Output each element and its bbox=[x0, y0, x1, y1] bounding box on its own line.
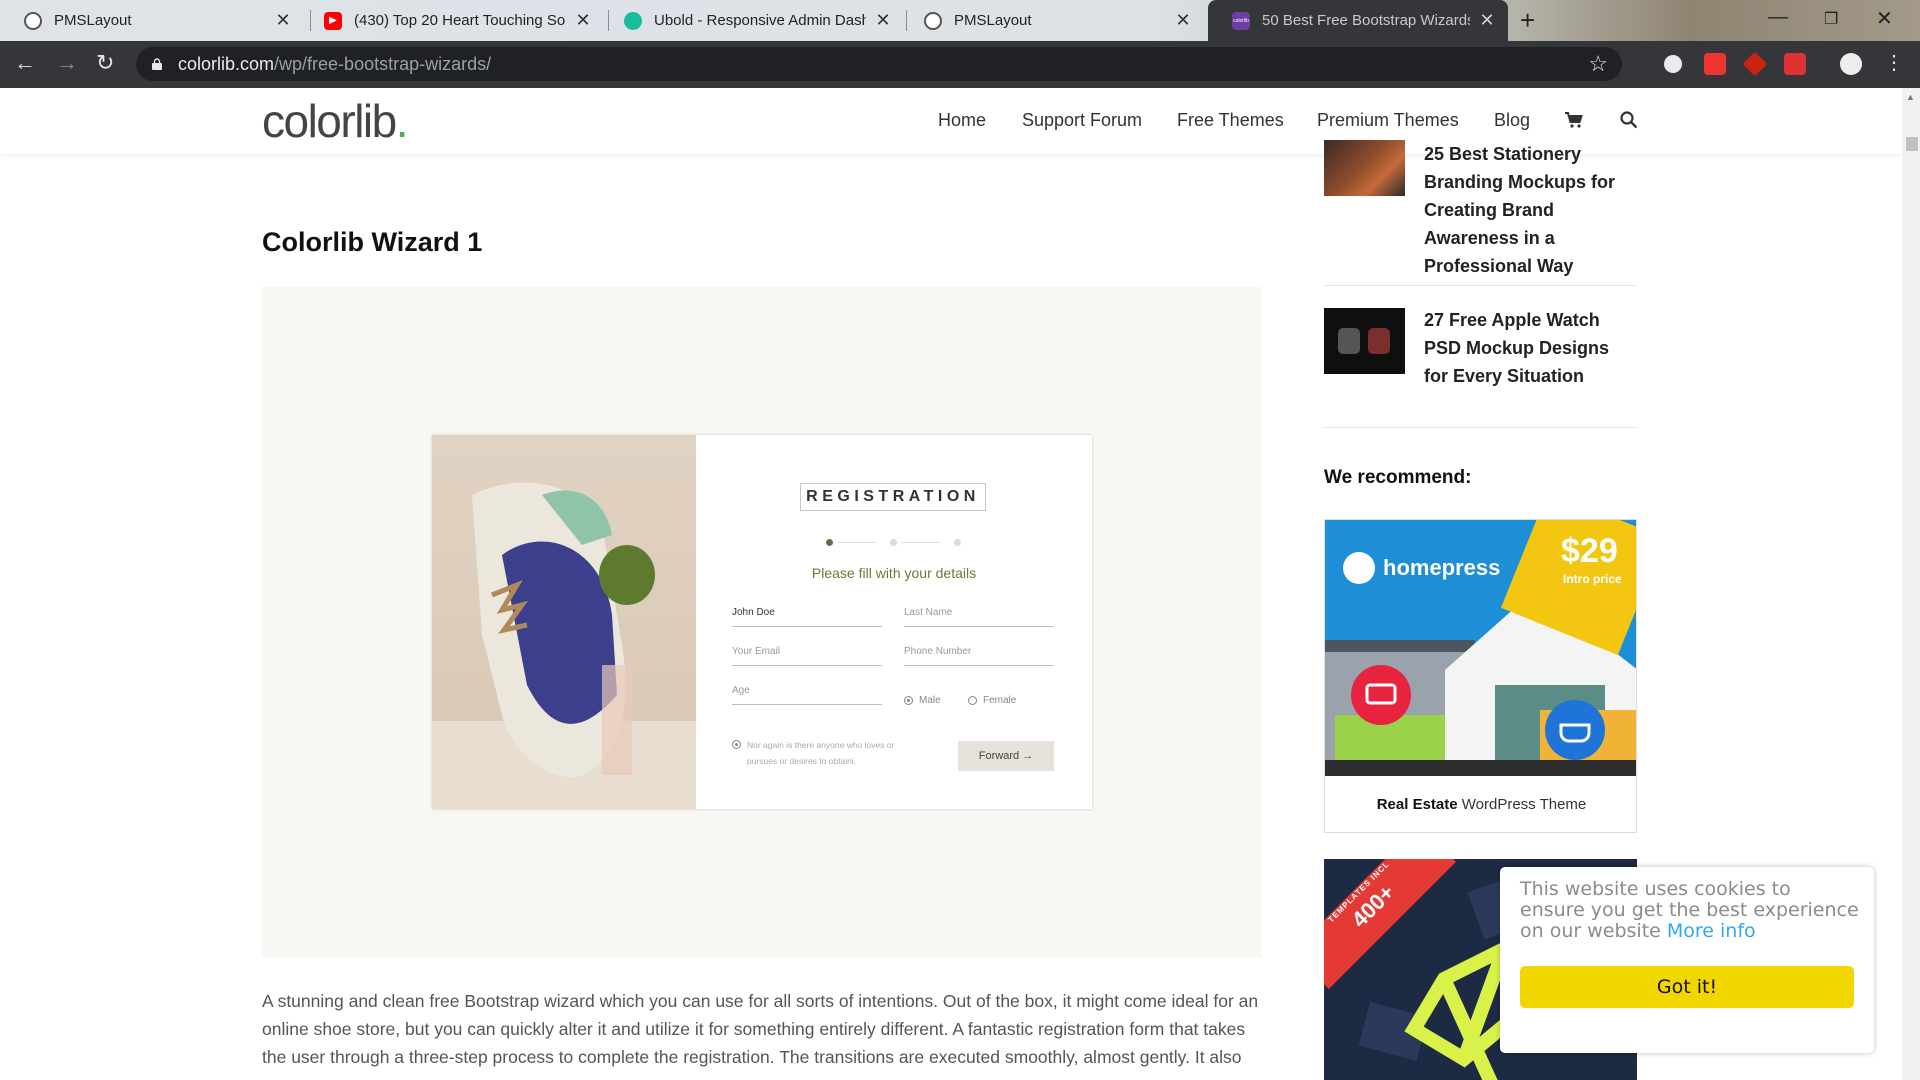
recommend-heading: We recommend: bbox=[1324, 467, 1472, 488]
cookie-message: This website uses cookies to ensure you … bbox=[1520, 878, 1859, 942]
browser-tab[interactable]: PMSLayout ✕ bbox=[900, 0, 1204, 41]
browser-tab[interactable]: Ubold - Responsive Admin Dashb ✕ bbox=[600, 0, 904, 41]
globe-icon bbox=[924, 11, 942, 30]
browser-toolbar: ← → ↻ colorlib.com/wp/free-bootstrap-wiz… bbox=[0, 41, 1920, 88]
forward-icon[interactable]: → bbox=[56, 51, 78, 75]
profile-avatar[interactable] bbox=[1840, 53, 1862, 75]
cookie-accept-button[interactable]: Got it! bbox=[1520, 966, 1854, 1008]
address-bar[interactable]: colorlib.com/wp/free-bootstrap-wizards/ … bbox=[136, 47, 1622, 81]
ad-banner: $29 Intro price homepress bbox=[1325, 520, 1636, 776]
menu-kebab-icon[interactable]: ⋮ bbox=[1884, 51, 1904, 75]
back-icon[interactable]: ← bbox=[14, 51, 36, 75]
close-window-icon[interactable]: ✕ bbox=[1876, 6, 1893, 31]
ad-price: $29 bbox=[1561, 532, 1618, 570]
form-subtitle: Please fill with your details bbox=[811, 565, 977, 581]
cookie-banner: This website uses cookies to ensure you … bbox=[1500, 867, 1874, 1053]
step-indicator bbox=[890, 539, 897, 546]
ad-caption: Real Estate WordPress Theme bbox=[1376, 796, 1587, 813]
tab-title: Ubold - Responsive Admin Dashb bbox=[654, 12, 866, 29]
cart-icon[interactable] bbox=[1565, 112, 1583, 128]
sidebar-post[interactable]: 27 Free Apple Watch PSD Mockup Designs f… bbox=[1324, 306, 1637, 428]
form-title: REGISTRATION bbox=[800, 483, 986, 511]
last-name-field[interactable]: Last Name bbox=[904, 607, 1054, 627]
colorlib-icon: colorlib bbox=[1232, 11, 1250, 30]
post-thumbnail[interactable] bbox=[1324, 140, 1405, 196]
wizard-preview-image: REGISTRATION Please fill with your detai… bbox=[262, 287, 1262, 958]
close-icon[interactable]: ✕ bbox=[574, 10, 592, 31]
shoe-photo bbox=[432, 435, 696, 809]
post-thumbnail[interactable] bbox=[1324, 308, 1405, 374]
extension-bulb-icon[interactable] bbox=[1664, 55, 1682, 73]
nav-blog[interactable]: Blog bbox=[1494, 110, 1530, 131]
reload-icon[interactable]: ↻ bbox=[96, 51, 114, 75]
tab-title: PMSLayout bbox=[954, 12, 1032, 29]
shoe-illustration bbox=[432, 482, 696, 809]
first-name-field[interactable]: John Doe bbox=[732, 607, 882, 627]
gender-male-radio[interactable]: Male bbox=[904, 695, 941, 706]
step-indicator bbox=[826, 539, 833, 546]
lock-icon bbox=[152, 58, 162, 70]
homepress-logo: homepress bbox=[1343, 552, 1500, 584]
cookie-more-info-link[interactable]: More info bbox=[1667, 920, 1756, 942]
close-icon[interactable]: ✕ bbox=[274, 10, 292, 31]
page-scrollbar[interactable]: ▲ bbox=[1902, 88, 1920, 1080]
phone-field[interactable]: Phone Number bbox=[904, 646, 1054, 666]
agreement-note[interactable]: Nor again is there anyone who loves or p… bbox=[732, 737, 912, 769]
gender-female-radio[interactable]: Female bbox=[968, 695, 1016, 706]
watch-image bbox=[1338, 328, 1390, 354]
site-logo[interactable]: colorlib. bbox=[262, 94, 409, 148]
tab-title: 50 Best Free Bootstrap Wizards & bbox=[1262, 12, 1470, 29]
url-text: colorlib.com/wp/free-bootstrap-wizards/ bbox=[178, 53, 492, 74]
search-icon[interactable] bbox=[1620, 111, 1638, 129]
close-icon[interactable]: ✕ bbox=[1478, 10, 1496, 31]
ad-price-note: Intro price bbox=[1563, 572, 1622, 586]
post-title-link[interactable]: 25 Best Stationery Branding Mockups for … bbox=[1424, 140, 1637, 280]
article-paragraph: A stunning and clean free Bootstrap wiza… bbox=[262, 991, 1259, 1067]
restore-icon[interactable]: ❐ bbox=[1824, 9, 1838, 29]
tab-title: (430) Top 20 Heart Touching Son bbox=[354, 12, 566, 29]
nav-home[interactable]: Home bbox=[938, 110, 986, 131]
browser-tab-strip: PMSLayout ✕ ▶ (430) Top 20 Heart Touchin… bbox=[0, 0, 1920, 41]
wizard-card: REGISTRATION Please fill with your detai… bbox=[432, 435, 1092, 809]
section-heading: Colorlib Wizard 1 bbox=[262, 227, 483, 257]
extension-pocket-icon[interactable] bbox=[1704, 53, 1726, 75]
step-connector bbox=[902, 542, 940, 543]
web-page: colorlib. Home Support Forum Free Themes… bbox=[0, 88, 1902, 1080]
extension-pin-icon[interactable] bbox=[1742, 51, 1768, 77]
post-title-link[interactable]: 27 Free Apple Watch PSD Mockup Designs f… bbox=[1424, 306, 1637, 390]
browser-tab[interactable]: ▶ (430) Top 20 Heart Touching Son ✕ bbox=[300, 0, 604, 41]
extension-star-icon[interactable] bbox=[1784, 53, 1806, 75]
tab-title: PMSLayout bbox=[54, 12, 132, 29]
email-field[interactable]: Your Email bbox=[732, 646, 882, 666]
step-connector bbox=[838, 542, 876, 543]
nav-free-themes[interactable]: Free Themes bbox=[1177, 110, 1284, 131]
nav-support-forum[interactable]: Support Forum bbox=[1022, 110, 1142, 131]
bookmark-star-icon[interactable]: ☆ bbox=[1588, 51, 1608, 77]
home-icon bbox=[1343, 552, 1375, 584]
close-icon[interactable]: ✕ bbox=[1174, 10, 1192, 31]
scrollbar-thumb[interactable] bbox=[1906, 137, 1918, 151]
age-field[interactable]: Age bbox=[732, 685, 882, 705]
browser-tab-active[interactable]: colorlib 50 Best Free Bootstrap Wizards … bbox=[1208, 0, 1508, 41]
scroll-up-arrow[interactable]: ▲ bbox=[1906, 92, 1915, 102]
registration-form: REGISTRATION Please fill with your detai… bbox=[696, 435, 1092, 809]
globe-icon bbox=[24, 11, 42, 30]
new-tab-button[interactable]: + bbox=[1520, 7, 1535, 33]
ubold-icon bbox=[624, 11, 642, 30]
forward-button[interactable]: Forward → bbox=[958, 741, 1054, 771]
step-indicator bbox=[954, 539, 961, 546]
browser-tab[interactable]: PMSLayout ✕ bbox=[0, 0, 304, 41]
homepress-ad[interactable]: $29 Intro price homepress Real Estate Wo… bbox=[1324, 519, 1637, 833]
youtube-icon: ▶ bbox=[324, 11, 342, 30]
minimize-icon[interactable]: — bbox=[1768, 6, 1788, 29]
close-icon[interactable]: ✕ bbox=[874, 10, 892, 31]
nav-premium-themes[interactable]: Premium Themes bbox=[1317, 110, 1459, 131]
sidebar-post[interactable]: 25 Best Stationery Branding Mockups for … bbox=[1324, 140, 1637, 286]
